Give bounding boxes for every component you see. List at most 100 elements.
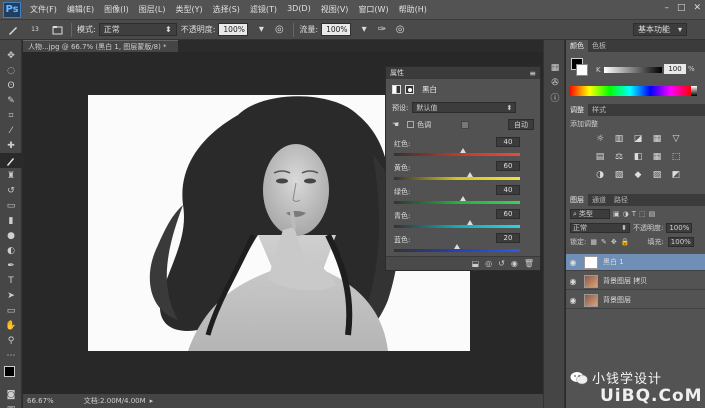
pen-tool-icon[interactable]: ✒ [0,258,22,273]
lock-pixels-icon[interactable]: ✎ [601,238,607,246]
slider-track[interactable] [394,177,520,180]
zoom-tool-icon[interactable]: ⚲ [0,333,22,348]
color-spectrum[interactable] [569,86,691,96]
move-tool-icon[interactable]: ✥ [0,48,22,63]
slider-value-input[interactable]: 40 [496,137,520,147]
tab-styles[interactable]: 样式 [588,105,610,115]
eye-icon[interactable]: ◉ [566,258,580,267]
reset-icon[interactable]: ↺ [498,259,505,268]
pressure-size-icon[interactable]: ◎ [393,23,407,37]
blur-tool-icon[interactable]: ● [0,228,22,243]
slider-thumb[interactable] [460,196,467,201]
menu-item[interactable]: 图层(L) [134,4,171,15]
actions-panel-icon[interactable]: ✇ [544,75,566,90]
marquee-tool-icon[interactable]: ◌ [0,63,22,78]
black-white-icon[interactable]: ◧ [630,150,646,164]
view-previous-icon[interactable]: ◎ [485,259,492,268]
brush-preset-picker[interactable]: 13 [24,23,46,37]
clone-stamp-tool-icon[interactable]: ♜ [0,168,22,183]
vibrance-icon[interactable]: ▽ [668,132,684,146]
brush-tool-icon[interactable] [6,23,20,37]
quick-select-tool-icon[interactable]: ✎ [0,93,22,108]
levels-icon[interactable]: ▥ [611,132,627,146]
curves-icon[interactable]: ◪ [630,132,646,146]
gradient-map-icon[interactable]: ▨ [649,168,665,182]
maximize-button[interactable]: □ [677,3,686,13]
path-select-tool-icon[interactable]: ➤ [0,288,22,303]
zoom-level[interactable]: 66.67% [27,397,54,405]
filter-smart-icon[interactable]: ▤ [649,210,656,218]
hue-saturation-icon[interactable]: ▤ [592,150,608,164]
filter-shape-icon[interactable]: ⬚ [639,210,646,218]
eye-icon[interactable]: ◉ [566,296,580,305]
menu-item[interactable]: 选择(S) [208,4,245,15]
chevron-right-icon[interactable]: ▸ [150,397,154,405]
properties-title[interactable]: 属性 [390,68,404,78]
auto-button[interactable]: 自动 [508,119,534,130]
threshold-icon[interactable]: ◆ [630,168,646,182]
eyedropper-tool-icon[interactable]: ⁄ [0,123,22,138]
k-input[interactable]: 100 [664,64,686,74]
opacity-input[interactable]: 100% [218,23,249,36]
shape-tool-icon[interactable]: ▭ [0,303,22,318]
visibility-icon[interactable]: ◉ [511,259,518,268]
chevron-down-icon[interactable]: ▾ [254,23,268,37]
slider-value-input[interactable]: 60 [496,209,520,219]
posterize-icon[interactable]: ▧ [611,168,627,182]
menu-item[interactable]: 3D(D) [282,4,316,15]
workspace-dropdown[interactable]: 基本功能 ▾ [633,23,687,36]
layer-row[interactable]: ◉ 背景图层 拷贝 [566,273,705,290]
lasso-tool-icon[interactable]: ʘ [0,78,22,93]
preset-dropdown[interactable]: 默认值 ⬍ [412,102,517,113]
flow-input[interactable]: 100% [321,23,352,36]
mode-dropdown[interactable]: 正常 ⬍ [98,23,177,36]
panel-menu-icon[interactable]: ≡ [529,69,536,78]
tint-checkbox[interactable] [407,121,415,128]
document-tab[interactable]: 人物...jpg @ 66.7% (黑白 1, 图层蒙版/8) * [23,40,178,52]
slider-track[interactable] [394,225,520,228]
dodge-tool-icon[interactable]: ◐ [0,243,22,258]
type-tool-icon[interactable]: T [0,273,22,288]
color-balance-icon[interactable]: ⚖ [611,150,627,164]
brightness-icon[interactable]: ☼ [592,132,608,146]
history-panel-icon[interactable]: ▦ [544,60,566,75]
filter-adjust-icon[interactable]: ◑ [623,210,629,218]
menu-item[interactable]: 文件(F) [25,4,62,15]
lock-all-icon[interactable]: 🔒 [621,238,630,246]
tab-swatches[interactable]: 色板 [588,41,610,51]
lock-transparent-icon[interactable]: ▦ [590,238,597,246]
channel-mixer-icon[interactable]: ⬚ [668,150,684,164]
invert-icon[interactable]: ◑ [592,168,608,182]
brush-panel-icon[interactable] [50,23,64,37]
healing-tool-icon[interactable]: ✚ [0,138,22,153]
tab-channels[interactable]: 通道 [588,195,610,205]
layer-row[interactable]: ◉ 背景图层 [566,292,705,309]
k-slider[interactable] [604,67,662,73]
close-button[interactable]: ✕ [693,3,701,13]
tab-paths[interactable]: 路径 [610,195,632,205]
photo-filter-icon[interactable]: ▦ [649,150,665,164]
menu-item[interactable]: 帮助(H) [394,4,432,15]
brush-tool-icon[interactable] [0,153,22,168]
hand-tool-icon[interactable]: ✋ [0,318,22,333]
tint-color-swatch[interactable] [461,120,470,129]
history-brush-tool-icon[interactable]: ↺ [0,183,22,198]
slider-value-input[interactable]: 20 [496,233,520,243]
background-color-swatch[interactable] [576,64,588,76]
layer-opacity-input[interactable]: 100% [666,223,693,233]
airbrush-icon[interactable]: ✑ [375,23,389,37]
mask-icon[interactable] [405,85,414,94]
slider-thumb[interactable] [466,172,473,177]
gradient-tool-icon[interactable]: ▮ [0,213,22,228]
minimize-button[interactable]: – [664,3,669,13]
slider-thumb[interactable] [454,244,460,249]
layer-row[interactable]: ◉ 黑白 1 [566,254,705,271]
selective-color-icon[interactable]: ◩ [668,168,684,182]
tab-layers[interactable]: 图层 [566,194,588,206]
layer-kind-dropdown[interactable]: ⌕ 类型 [570,209,610,219]
quick-mask-icon[interactable]: ◙ [0,387,22,402]
slider-track[interactable] [394,153,520,156]
blend-mode-dropdown[interactable]: 正常 ⬍ [570,223,630,233]
slider-track[interactable] [394,249,520,252]
tab-adjustments[interactable]: 调整 [566,104,588,116]
